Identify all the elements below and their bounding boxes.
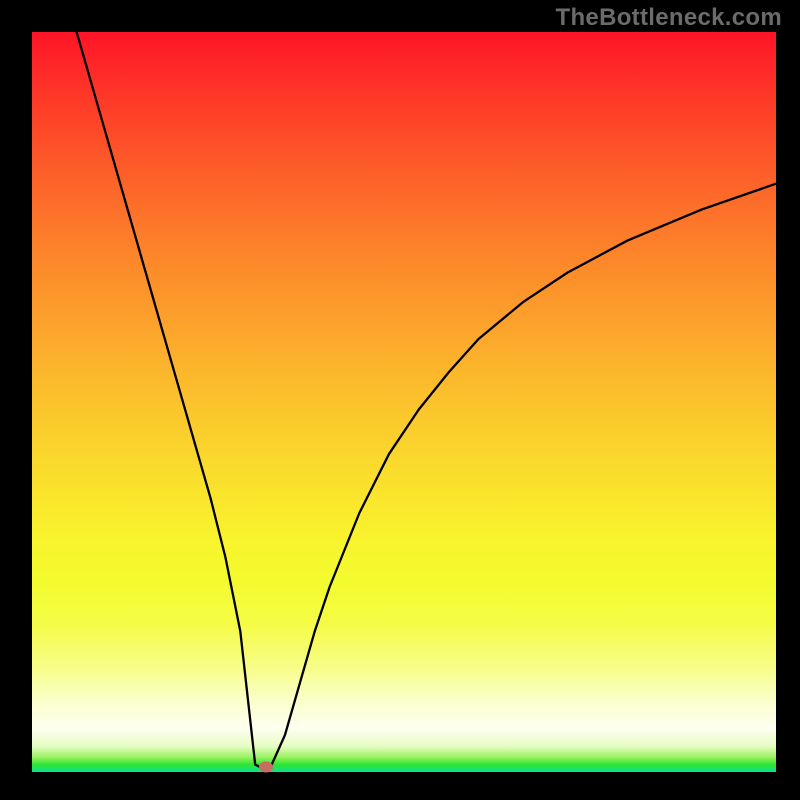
bottleneck-curve [77,32,776,768]
plot-area [32,32,776,772]
minimum-marker [259,761,273,772]
chart-frame: TheBottleneck.com [0,0,800,800]
curve-svg [32,32,776,772]
watermark-text: TheBottleneck.com [556,4,782,32]
